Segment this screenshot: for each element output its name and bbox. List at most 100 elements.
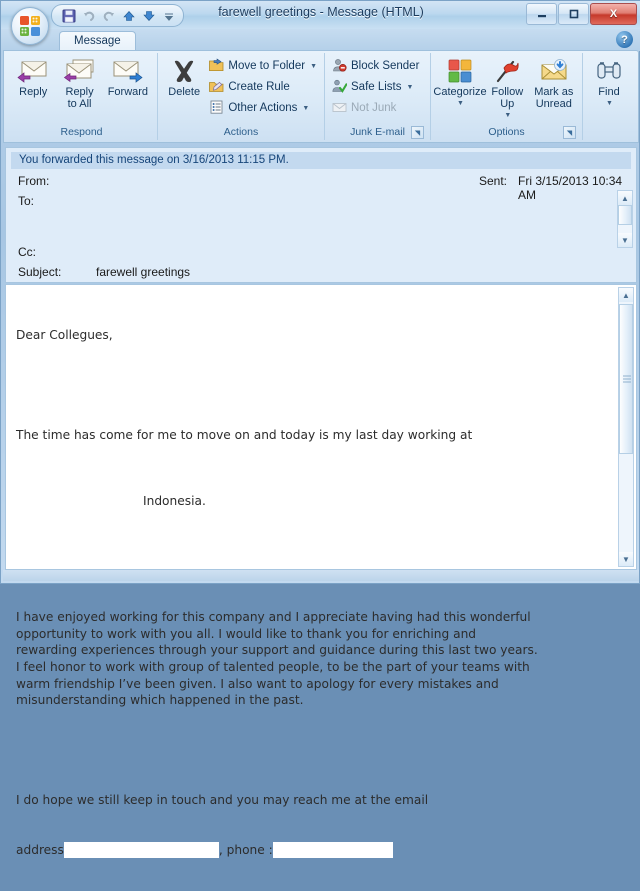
scroll-up-icon[interactable]: ▲ [619, 288, 633, 302]
forward-button[interactable]: Forward [103, 53, 153, 98]
block-sender-icon [332, 58, 347, 75]
body-line-greeting: Dear Collegues, [16, 328, 113, 343]
ribbon-group-respond-label: Respond [60, 126, 103, 138]
ribbon-group-options: Categorize ▼ Follow Up ▼ Mark as Unread … [431, 53, 583, 140]
block-sender-button[interactable]: Block Sender [329, 56, 422, 76]
not-junk-label: Not Junk [351, 102, 397, 114]
reply-to-all-label: Reply to All [65, 86, 94, 110]
create-rule-button[interactable]: Create Rule [206, 77, 320, 97]
other-actions-label: Other Actions [228, 102, 298, 114]
ribbon-group-junk-email: Block Sender Safe Lists ▼ Not Junk Junk … [325, 53, 431, 140]
body-scrollbar[interactable]: ▲ ▼ [618, 287, 634, 567]
outlook-message-window: farewell greetings - Message (HTML) X Me… [0, 0, 640, 859]
redo-icon[interactable] [100, 7, 117, 24]
next-item-icon[interactable] [140, 7, 157, 24]
redacted-company-name [47, 493, 143, 510]
body-blank-3 [16, 742, 600, 759]
move-to-folder-label: Move to Folder [228, 60, 306, 72]
message-header-pane: You forwarded this message on 3/16/2013 … [5, 147, 637, 283]
window-bottom-strip [3, 570, 639, 581]
maximize-button[interactable] [558, 3, 589, 25]
chevron-down-icon: ▼ [457, 100, 464, 107]
create-rule-icon [209, 79, 224, 96]
categorize-icon [447, 56, 473, 86]
follow-up-flag-icon [493, 56, 521, 86]
body-scrollbar-thumb[interactable] [619, 304, 633, 454]
scrollbar-grip-icon [623, 375, 631, 383]
mark-as-unread-icon [539, 56, 569, 86]
options-dialog-launcher[interactable]: ◥ [563, 126, 576, 139]
body-scrollbar-track[interactable] [619, 454, 633, 552]
sent-label: Sent: [479, 174, 508, 188]
mark-as-unread-button[interactable]: Mark as Unread [530, 53, 578, 110]
junk-email-label-text: Junk E-mail [350, 126, 405, 138]
header-scrollbar-track[interactable] [618, 225, 632, 233]
forward-label: Forward [107, 86, 149, 98]
find-button[interactable]: Find ▼ [587, 53, 631, 110]
body-paragraph-1-line-1: The time has come for me to move on and … [16, 427, 473, 442]
forward-icon [111, 56, 145, 86]
mark-as-unread-label: Mark as Unread [534, 86, 574, 110]
header-scrollbar-thumb[interactable] [618, 205, 632, 225]
block-sender-label: Block Sender [351, 60, 420, 72]
categorize-label: Categorize [433, 86, 487, 98]
scroll-up-icon[interactable]: ▲ [618, 191, 632, 205]
junk-email-dialog-launcher[interactable]: ◥ [411, 126, 424, 139]
move-to-folder-icon [209, 57, 224, 75]
subject-value: farewell greetings [96, 265, 191, 279]
body-address-label: address [16, 842, 64, 857]
chevron-down-icon: ▼ [504, 112, 512, 119]
undo-icon[interactable] [80, 7, 97, 24]
ribbon-tab-strip: Message ? [1, 29, 640, 51]
window-controls: X [525, 3, 637, 25]
other-actions-button[interactable]: Other Actions ▼ [206, 98, 320, 118]
body-blank-1 [16, 377, 600, 394]
body-company-suffix: Indonesia. [143, 494, 206, 509]
office-logo-icon [19, 15, 41, 37]
reply-button[interactable]: Reply [10, 53, 56, 98]
body-paragraph-3-line-1: I do hope we still keep in touch and you… [16, 792, 429, 807]
move-to-folder-button[interactable]: Move to Folder ▼ [206, 56, 320, 76]
delete-label: Delete [168, 86, 201, 98]
save-icon[interactable] [60, 7, 77, 24]
safe-lists-icon [332, 79, 348, 96]
safe-lists-label: Safe Lists [351, 81, 402, 93]
other-actions-icon [209, 100, 224, 117]
not-junk-icon [332, 100, 347, 117]
to-label: To: [18, 194, 35, 208]
tab-message[interactable]: Message [59, 31, 136, 51]
safe-lists-button[interactable]: Safe Lists ▼ [329, 77, 422, 97]
ribbon-group-actions-label: Actions [223, 126, 259, 138]
help-icon[interactable]: ? [616, 31, 633, 48]
message-body-text: Dear Collegues, The time has come for me… [16, 294, 600, 891]
actions-command-list: Move to Folder ▼ Create Rule Other Actio… [206, 53, 320, 118]
previous-item-icon[interactable] [120, 7, 137, 24]
find-binoculars-icon [596, 56, 622, 86]
categorize-button[interactable]: Categorize ▼ [433, 53, 487, 110]
scroll-down-icon[interactable]: ▼ [619, 552, 633, 566]
from-label: From: [18, 174, 50, 188]
follow-up-button[interactable]: Follow Up ▼ [485, 53, 530, 122]
ribbon: Reply Reply to All Forward Respond Delet… [3, 50, 639, 143]
delete-x-icon [169, 56, 199, 86]
redacted-email-address [63, 841, 219, 859]
reply-label: Reply [19, 86, 48, 98]
ribbon-group-junk-email-label: Junk E-mail ◥ [329, 126, 426, 140]
subject-label: Subject: [18, 265, 62, 279]
minimize-button[interactable] [526, 3, 557, 25]
message-body-pane[interactable]: Dear Collegues, The time has come for me… [5, 284, 637, 859]
customize-quick-access-icon[interactable] [160, 7, 177, 24]
find-label: Find [598, 86, 620, 98]
chevron-down-icon: ▼ [310, 62, 317, 70]
reply-all-icon [63, 56, 97, 86]
redacted-phone-number [272, 841, 393, 859]
close-button[interactable]: X [590, 3, 637, 25]
office-button[interactable] [11, 7, 49, 45]
tab-message-label: Message [74, 35, 121, 47]
scroll-down-icon[interactable]: ▼ [618, 233, 632, 247]
header-scrollbar[interactable]: ▲ ▼ [617, 190, 633, 248]
cc-label: Cc: [18, 245, 36, 259]
create-rule-label: Create Rule [228, 81, 290, 93]
reply-to-all-button[interactable]: Reply to All [56, 53, 102, 110]
delete-button[interactable]: Delete [162, 53, 206, 98]
